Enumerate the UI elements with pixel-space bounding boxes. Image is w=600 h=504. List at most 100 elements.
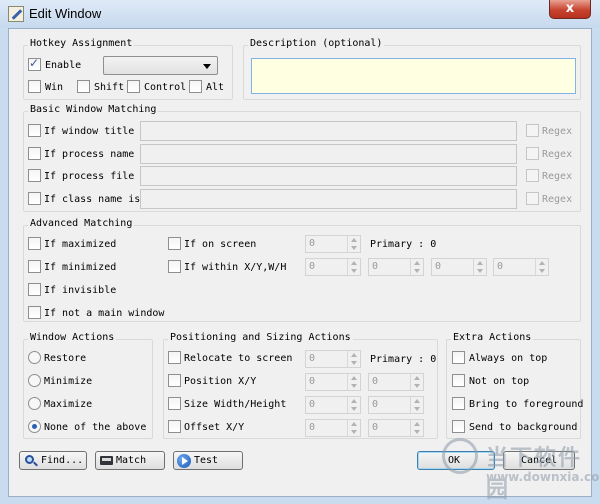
not-main-window-label: If not a main window [44,308,165,319]
relocate-checkbox[interactable] [168,351,181,364]
class-name-checkbox[interactable] [28,192,41,205]
maximize-radio[interactable] [28,397,41,410]
window-title-input[interactable] [140,121,517,141]
close-button[interactable]: x [549,0,591,19]
hotkey-legend: Hotkey Assignment [28,38,135,49]
shift-checkbox[interactable] [77,80,90,93]
window-actions-legend: Window Actions [28,332,117,343]
win-checkbox[interactable] [28,80,41,93]
on-screen-label: If on screen [184,239,257,250]
within-y-spinner[interactable]: 0 [368,258,424,276]
maximized-label: If maximized [44,239,117,250]
shift-label: Shift [94,82,125,93]
send-to-background-label: Send to background [469,422,578,433]
within-w-spinner[interactable]: 0 [431,258,487,276]
offset-xy-label: Offset X/Y [184,422,245,433]
class-name-regex-checkbox[interactable] [526,192,539,205]
relocate-label: Relocate to screen [184,353,293,364]
cancel-button-label: Cancel [521,455,558,466]
size-w-spinner[interactable]: 0 [305,396,361,414]
none-of-the-above-radio[interactable] [28,420,41,433]
window-title-regex-label: Regex [542,126,573,137]
description-input[interactable] [251,58,576,94]
process-file-input[interactable] [140,166,517,186]
minimize-radio[interactable] [28,374,41,387]
process-name-checkbox[interactable] [28,147,41,160]
none-of-the-above-label: None of the above [44,422,147,433]
find-button[interactable]: Find... [19,451,87,470]
always-on-top-checkbox[interactable] [452,351,465,364]
position-y-spinner[interactable]: 0 [368,373,424,391]
size-h-spinner[interactable]: 0 [368,396,424,414]
relocate-primary-label: Primary : 0 [370,354,437,365]
test-button-label: Test [194,455,219,466]
class-name-label: If class name is [44,194,141,205]
description-legend: Description (optional) [248,38,385,49]
not-on-top-label: Not on top [469,376,530,387]
not-on-top-checkbox[interactable] [452,374,465,387]
bring-to-foreground-label: Bring to foreground [469,399,584,410]
always-on-top-label: Always on top [469,353,548,364]
process-name-input[interactable] [140,144,517,164]
restore-radio[interactable] [28,351,41,364]
process-name-regex-label: Regex [542,149,573,160]
maximize-label: Maximize [44,399,93,410]
maximized-checkbox[interactable] [28,237,41,250]
bring-to-foreground-checkbox[interactable] [452,397,465,410]
window-match-icon [100,456,113,465]
within-h-spinner[interactable]: 0 [493,258,549,276]
process-file-label: If process file is [44,171,153,182]
alt-checkbox[interactable] [189,80,202,93]
positioning-legend: Positioning and Sizing Actions [168,332,353,343]
minimized-checkbox[interactable] [28,260,41,273]
process-name-regex-checkbox[interactable] [526,147,539,160]
match-button[interactable]: Match [95,451,165,470]
advanced-matching-legend: Advanced Matching [28,218,135,229]
position-xy-label: Position X/Y [184,376,257,387]
invisible-label: If invisible [44,285,117,296]
within-xywh-label: If within X/Y,W/H [184,262,287,273]
size-wh-checkbox[interactable] [168,397,181,410]
window-title-regex-checkbox[interactable] [526,124,539,137]
size-wh-label: Size Width/Height [184,399,287,410]
window-title-label: If window title is [44,126,153,137]
window-title: Edit Window [29,6,102,21]
minimized-label: If minimized [44,262,117,273]
enable-label: Enable [45,60,82,71]
app-icon [8,6,24,22]
close-icon: x [565,1,575,16]
within-x-spinner[interactable]: 0 [305,258,361,276]
class-name-regex-label: Regex [542,194,573,205]
within-xywh-checkbox[interactable] [168,260,181,273]
offset-xy-checkbox[interactable] [168,420,181,433]
process-file-checkbox[interactable] [28,169,41,182]
class-name-input[interactable] [140,189,517,209]
control-checkbox[interactable] [127,80,140,93]
on-screen-primary-label: Primary : 0 [370,239,437,250]
minimize-label: Minimize [44,376,93,387]
process-file-regex-label: Regex [542,171,573,182]
hotkey-dropdown[interactable] [103,56,218,75]
title-bar[interactable]: Edit Window x [0,0,600,28]
offset-x-spinner[interactable]: 0 [305,419,361,437]
send-to-background-checkbox[interactable] [452,420,465,433]
on-screen-spinner[interactable]: 0 [305,235,361,253]
ok-button-label: OK [448,455,461,466]
process-file-regex-checkbox[interactable] [526,169,539,182]
alt-label: Alt [206,82,225,93]
magnifier-icon [25,455,34,464]
test-button[interactable]: Test [173,451,243,470]
invisible-checkbox[interactable] [28,283,41,296]
position-x-spinner[interactable]: 0 [305,373,361,391]
enable-checkbox[interactable] [28,56,41,71]
not-main-window-checkbox[interactable] [28,306,41,319]
relocate-spinner[interactable]: 0 [305,350,361,368]
offset-y-spinner[interactable]: 0 [368,419,424,437]
ok-button[interactable]: OK [417,451,495,470]
play-icon [177,454,191,468]
window-title-checkbox[interactable] [28,124,41,137]
cancel-button[interactable]: Cancel [503,451,575,470]
position-xy-checkbox[interactable] [168,374,181,387]
on-screen-checkbox[interactable] [168,237,181,250]
find-button-label: Find... [41,455,84,466]
